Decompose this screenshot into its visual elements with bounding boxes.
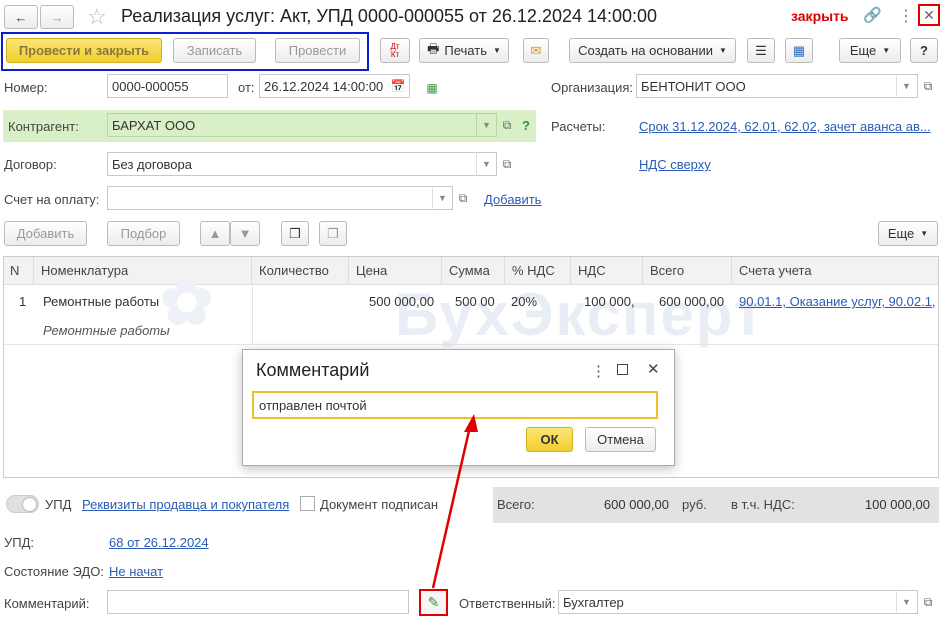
arrow-head: [464, 414, 478, 432]
arrow-line: [431, 421, 473, 589]
annotation-arrow: [431, 414, 478, 589]
